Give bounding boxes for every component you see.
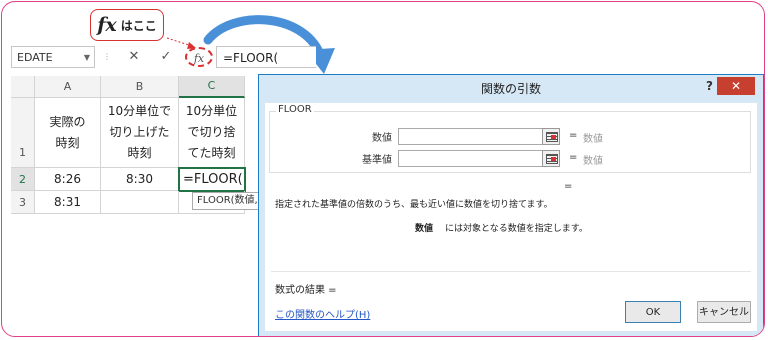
cell-b1-line: 10分単位で bbox=[107, 104, 172, 118]
enter-entry-button[interactable]: ✓ bbox=[157, 46, 175, 68]
cell-b1-line: 時刻 bbox=[127, 146, 152, 160]
cell-a1[interactable]: 実際の 時刻 bbox=[35, 98, 101, 168]
select-all-corner[interactable] bbox=[11, 76, 35, 98]
arg1-range-picker-icon[interactable] bbox=[542, 128, 560, 145]
cell-a2[interactable]: 8:26 bbox=[35, 168, 101, 191]
formula-input[interactable]: =FLOOR( bbox=[216, 46, 316, 68]
divider bbox=[271, 271, 751, 272]
arg2-range-picker-icon[interactable] bbox=[542, 150, 560, 167]
column-header-c[interactable]: C bbox=[179, 76, 245, 98]
function-tooltip[interactable]: FLOOR(数値, bbox=[192, 192, 263, 210]
illustration-frame: fx はここ EDATE ▼ ⋮ ✕ ✓ fx =FLOOR( A B C 1 … bbox=[1, 1, 765, 337]
arg1-equals: = bbox=[569, 130, 578, 141]
arguments-group: FLOOR 数値 = 数値 基準値 = 数値 bbox=[269, 104, 751, 173]
column-header-b[interactable]: B bbox=[101, 76, 179, 98]
function-result-equals: = bbox=[564, 181, 573, 192]
fx-callout-text: はここ bbox=[120, 18, 157, 33]
arg-description: には対象となる数値を指定します。 bbox=[445, 224, 588, 234]
formula-bar-grip: ⋮ bbox=[103, 52, 111, 61]
cell-a3[interactable]: 8:31 bbox=[35, 191, 101, 214]
cell-c1-line: てた時刻 bbox=[187, 146, 236, 160]
arg2-label: 基準値 bbox=[362, 155, 392, 166]
arg1-input[interactable] bbox=[398, 128, 560, 145]
name-box[interactable]: EDATE ▼ bbox=[11, 46, 95, 68]
row-header-3[interactable]: 3 bbox=[11, 191, 35, 214]
chevron-down-icon[interactable]: ▼ bbox=[84, 47, 90, 69]
cell-c1-line: で切り捨 bbox=[187, 125, 236, 139]
formula-bar: EDATE ▼ ⋮ ✕ ✓ fx =FLOOR( bbox=[11, 46, 316, 70]
close-button[interactable]: ✕ bbox=[717, 77, 755, 95]
row-header-1[interactable]: 1 bbox=[11, 98, 35, 168]
cell-b1[interactable]: 10分単位で 切り上げた 時刻 bbox=[101, 98, 179, 168]
name-box-value: EDATE bbox=[17, 51, 53, 64]
arg2-equals: = bbox=[569, 152, 578, 163]
fx-callout-symbol: fx bbox=[97, 14, 117, 36]
fx-callout: fx はここ bbox=[90, 9, 164, 41]
arg-description-name: 数値 bbox=[415, 224, 434, 234]
cell-b3[interactable] bbox=[101, 191, 179, 214]
cell-a1-line: 実際の bbox=[49, 114, 86, 129]
cell-c1-line: 10分単位 bbox=[185, 104, 238, 118]
insert-function-button[interactable]: fx bbox=[185, 47, 213, 67]
arg1-hint: 数値 bbox=[583, 134, 603, 145]
cell-a1-line: 時刻 bbox=[55, 135, 80, 150]
dialog-title: 関数の引数 bbox=[480, 82, 541, 96]
arg2-input[interactable] bbox=[398, 150, 560, 167]
cell-c2-active[interactable]: =FLOOR( bbox=[178, 167, 246, 192]
function-help-link[interactable]: この関数のヘルプ(H) bbox=[275, 306, 370, 321]
function-arguments-dialog: 関数の引数 ? ✕ FLOOR 数値 = 数値 基準値 = 数値 = 指定された… bbox=[258, 74, 764, 336]
formula-result: 数式の結果 = bbox=[275, 285, 337, 296]
cancel-button[interactable]: キャンセル bbox=[697, 301, 751, 323]
ok-button[interactable]: OK bbox=[625, 301, 681, 323]
row-header-2[interactable]: 2 bbox=[11, 168, 35, 191]
dialog-body: FLOOR 数値 = 数値 基準値 = 数値 = 指定された基準値の倍数のうち、… bbox=[265, 103, 757, 331]
cell-b2[interactable]: 8:30 bbox=[101, 168, 179, 191]
cell-b1-line: 切り上げた bbox=[109, 125, 170, 139]
cell-c1[interactable]: 10分単位 で切り捨 てた時刻 bbox=[179, 98, 245, 168]
column-header-a[interactable]: A bbox=[35, 76, 101, 98]
arg2-hint: 数値 bbox=[583, 156, 603, 167]
arg1-label: 数値 bbox=[372, 133, 392, 144]
function-name-label: FLOOR bbox=[276, 104, 314, 115]
function-description: 指定された基準値の倍数のうち、最も近い値に数値を切り捨てます。 bbox=[275, 200, 553, 210]
cancel-entry-button[interactable]: ✕ bbox=[125, 46, 143, 68]
help-icon[interactable]: ? bbox=[706, 79, 713, 93]
